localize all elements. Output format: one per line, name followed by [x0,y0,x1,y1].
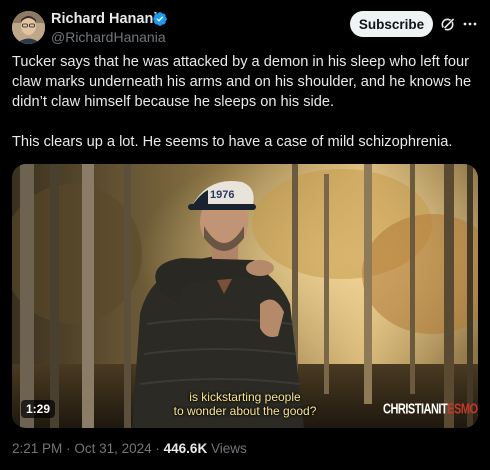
video-player[interactable]: 1976 is kickstarting people to wonder ab… [12,164,478,428]
grok-icon[interactable] [440,16,456,32]
video-caption: is kickstarting people to wonder about t… [170,390,320,418]
verified-badge-icon [153,12,167,26]
avatar[interactable] [12,11,45,44]
author-handle[interactable]: @RichardHanania [51,29,166,45]
watermark-part: CHRISTIANIT [383,402,448,418]
caption-line: to wonder about the good? [173,404,317,418]
tweet-paragraph: Tucker says that he was attacked by a de… [12,54,472,110]
avatar-portrait [12,11,45,44]
meta-separator: · [66,441,71,456]
watermark-part: ESMOVIE.COM [447,402,478,418]
caption-line: is kickstarting people [189,390,301,404]
subscribe-button[interactable]: Subscribe [350,11,433,37]
tweet-text: Tucker says that he was attacked by a de… [12,52,482,172]
author-name[interactable]: Richard Hanania [51,11,165,27]
video-frame: 1976 [12,164,478,428]
tweet-date[interactable]: Oct 31, 2024 [74,441,151,456]
views-label: Views [210,441,247,456]
hat-text: 1976 [210,189,234,201]
tweet-meta: 2:21 PM · Oct 31, 2024 · 446.6K Views [12,441,247,456]
video-duration: 1:29 [21,400,56,418]
watermark: CHRISTIANITESMOVIE.COM [383,402,478,418]
tweet-paragraph: This clears up a lot. He seems to have a… [12,134,453,150]
tweet-time[interactable]: 2:21 PM [12,441,62,456]
more-icon[interactable] [462,16,478,32]
meta-separator: · [155,441,160,456]
views-count[interactable]: 446.6K [164,441,208,456]
